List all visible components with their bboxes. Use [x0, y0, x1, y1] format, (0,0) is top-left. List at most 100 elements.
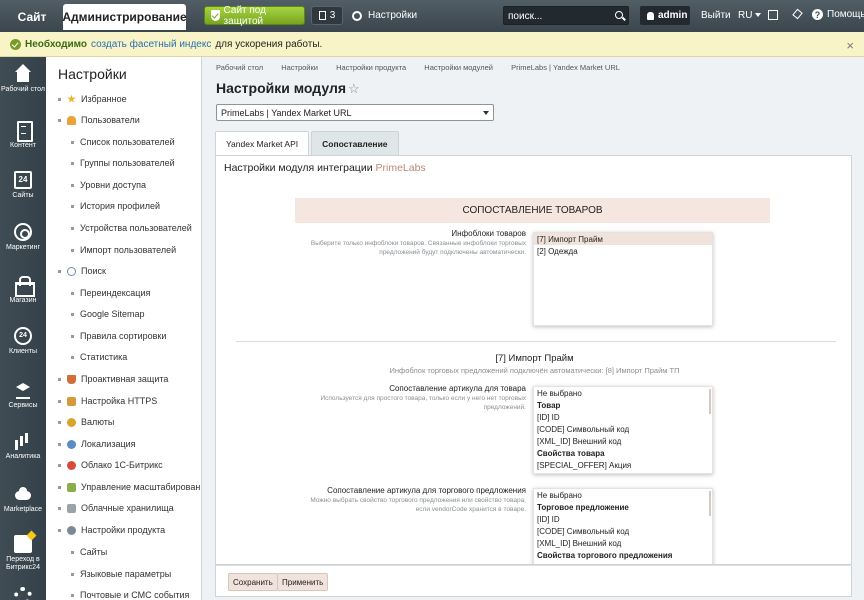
updates-count: 3	[329, 10, 336, 21]
rail-item-settings[interactable]	[0, 587, 46, 600]
updates-button[interactable]: 3	[311, 6, 343, 25]
shield-check-icon	[211, 10, 220, 21]
iblocks-label: Инфоблоки товаров	[451, 229, 526, 238]
admin-tab[interactable]: Администрирование	[62, 4, 187, 30]
tree-item-statistics[interactable]: Статистика	[71, 350, 127, 364]
article-product-listbox[interactable]: Не выбрано Товар [ID] ID [CODE] Символьн…	[533, 386, 713, 474]
listbox-group: Свойства торгового предложения	[537, 550, 673, 560]
rail-item-shop[interactable]: Магазин	[0, 276, 46, 305]
help-link[interactable]: ? Помощь	[812, 9, 864, 20]
rail-item-desktop[interactable]: Рабочий стол	[0, 64, 46, 94]
pin-icon[interactable]	[791, 10, 801, 20]
save-button[interactable]: Сохранить	[228, 573, 278, 591]
listbox-option[interactable]: [ID] ID	[534, 513, 712, 525]
rail-item-services[interactable]: Сервисы	[0, 381, 46, 410]
site-protected-button[interactable]: Сайт под защитой	[204, 5, 305, 27]
listbox-option[interactable]: [ID] ID	[534, 411, 712, 423]
breadcrumb-item[interactable]: PrimeLabs | Yandex Market URL	[511, 63, 620, 72]
rail-item-label: Сайты	[12, 192, 34, 199]
language-selector[interactable]: RU	[738, 10, 762, 21]
listbox-option[interactable]: [XML_ID] Внешний код	[534, 435, 712, 447]
tree-item-profile-history[interactable]: История профилей	[71, 199, 160, 213]
tree-item-bitrix-cloud[interactable]: Облако 1С-Битрикс	[58, 458, 163, 472]
target-icon	[14, 223, 32, 241]
rail-item-marketing[interactable]: Маркетинг	[0, 223, 46, 252]
gear-icon	[67, 525, 76, 535]
rail-item-content[interactable]: Контент	[0, 121, 46, 150]
rail-item-clients[interactable]: 24 Клиенты	[0, 327, 46, 356]
tree-item-proactive[interactable]: Проактивная защита	[58, 372, 168, 386]
chevron-down-icon	[755, 13, 762, 17]
search-icon[interactable]	[615, 11, 623, 19]
settings-panel: Настройки модуля интеграции PrimeLabs СО…	[215, 155, 852, 565]
clients-icon: 24	[14, 327, 32, 345]
listbox-option[interactable]: [XML_ID] Внешний код	[534, 537, 712, 549]
tree-item-cloud-storage[interactable]: Облачные хранилища	[58, 501, 174, 515]
tree-item-currencies[interactable]: Валюты	[58, 415, 114, 429]
listbox-option[interactable]: [2] Одежда	[534, 245, 712, 257]
iblock-subtitle-hint: Инфоблок торговых предложений подключён …	[389, 366, 680, 375]
listbox-option[interactable]: Не выбрано	[534, 489, 712, 501]
tree-item-product-settings[interactable]: Настройки продукта	[58, 523, 165, 537]
tree-item-access-levels[interactable]: Уровни доступа	[71, 178, 146, 192]
close-icon[interactable]: ×	[846, 38, 854, 53]
create-facet-index-link[interactable]: создать фасетный индекс	[91, 39, 211, 50]
tree-item-search[interactable]: Поиск	[58, 264, 106, 278]
tree-item-sites[interactable]: Сайты	[71, 545, 107, 559]
listbox-option[interactable]: [CODE] Символьный код	[534, 525, 712, 537]
listbox-option[interactable]: [CODE] Символьный код	[534, 423, 712, 435]
panel-heading-text: Настройки модуля интеграции	[224, 162, 373, 174]
form-footer: Сохранить Применить	[215, 565, 852, 597]
tree-item-scaling[interactable]: Управление масштабированием	[58, 480, 201, 494]
cloud-icon	[67, 460, 76, 470]
rail-item-sites[interactable]: 24 Сайты	[0, 171, 46, 200]
tree-item-mail-sms-events[interactable]: Почтовые и СМС события	[71, 588, 189, 600]
module-select[interactable]: PrimeLabs | Yandex Market URL	[216, 104, 494, 121]
tree-item-user-import[interactable]: Импорт пользователей	[71, 243, 176, 257]
logout-link[interactable]: Выйти	[701, 10, 731, 21]
apply-button[interactable]: Применить	[277, 573, 329, 591]
tab-mapping[interactable]: Сопоставление	[311, 131, 399, 155]
document-icon	[14, 121, 33, 142]
iblocks-listbox[interactable]: [7] Импорт Прайм [2] Одежда	[533, 232, 713, 326]
breadcrumb-item[interactable]: Настройки продукта	[336, 63, 406, 72]
scrollbar[interactable]	[709, 389, 711, 414]
rail-item-analytics[interactable]: Аналитика	[0, 432, 46, 461]
tree-item-favorites[interactable]: Избранное	[58, 92, 127, 106]
tree-item-reindex[interactable]: Переиндексация	[71, 286, 150, 300]
tree-item-users[interactable]: Пользователи	[58, 113, 140, 127]
tree-item-user-list[interactable]: Список пользователей	[71, 135, 175, 149]
rail-item-label: Клиенты	[8, 348, 38, 355]
tree-item-user-groups[interactable]: Группы пользователей	[71, 156, 175, 170]
tree-item-https[interactable]: Настройка HTTPS	[58, 394, 157, 408]
breadcrumb-item[interactable]: Настройки	[281, 63, 318, 72]
listbox-option[interactable]: [7] Импорт Прайм	[534, 233, 712, 245]
listbox-option[interactable]: Не выбрано	[534, 387, 712, 399]
rail-item-marketplace[interactable]: Marketplace	[0, 485, 46, 514]
tree-item-google-sitemap[interactable]: Google Sitemap	[71, 307, 145, 321]
settings-link-label: Настройки	[368, 10, 418, 21]
article-offer-listbox[interactable]: Не выбрано Торговое предложение [ID] ID …	[533, 488, 713, 564]
user-menu[interactable]: admin	[640, 6, 690, 25]
settings-link[interactable]: Настройки	[352, 6, 417, 25]
tree-item-sort-rules[interactable]: Правила сортировки	[71, 329, 166, 343]
site-tab[interactable]: Сайт	[4, 4, 60, 30]
tab-yandex-market-api[interactable]: Yandex Market API	[215, 131, 310, 156]
panel-heading-brand: PrimeLabs	[375, 162, 426, 174]
tree-item-user-devices[interactable]: Устройства пользователей	[71, 221, 192, 235]
window-icon[interactable]	[768, 10, 778, 20]
scrollbar[interactable]	[709, 491, 711, 516]
listbox-option[interactable]: [SPECIAL_OFFER] Акция	[534, 459, 712, 471]
rail-item-label: Маркетинг	[5, 244, 41, 251]
breadcrumb-item[interactable]: Настройки модулей	[424, 63, 493, 72]
users-icon	[67, 115, 76, 125]
search-input[interactable]	[508, 9, 612, 23]
coin-icon	[67, 417, 76, 427]
main-content: Рабочий стол Настройки Настройки продукт…	[202, 57, 864, 600]
tree-item-language-params[interactable]: Языковые параметры	[71, 567, 171, 581]
breadcrumb-item[interactable]: Рабочий стол	[216, 63, 263, 72]
article-product-hint: Используется для простого товара, только…	[320, 395, 526, 411]
rail-item-bitrix24[interactable]: Переход в Битрикс24	[0, 535, 46, 572]
favorite-star-icon[interactable]: ☆	[348, 81, 360, 97]
tree-item-localization[interactable]: Локализация	[58, 437, 136, 451]
